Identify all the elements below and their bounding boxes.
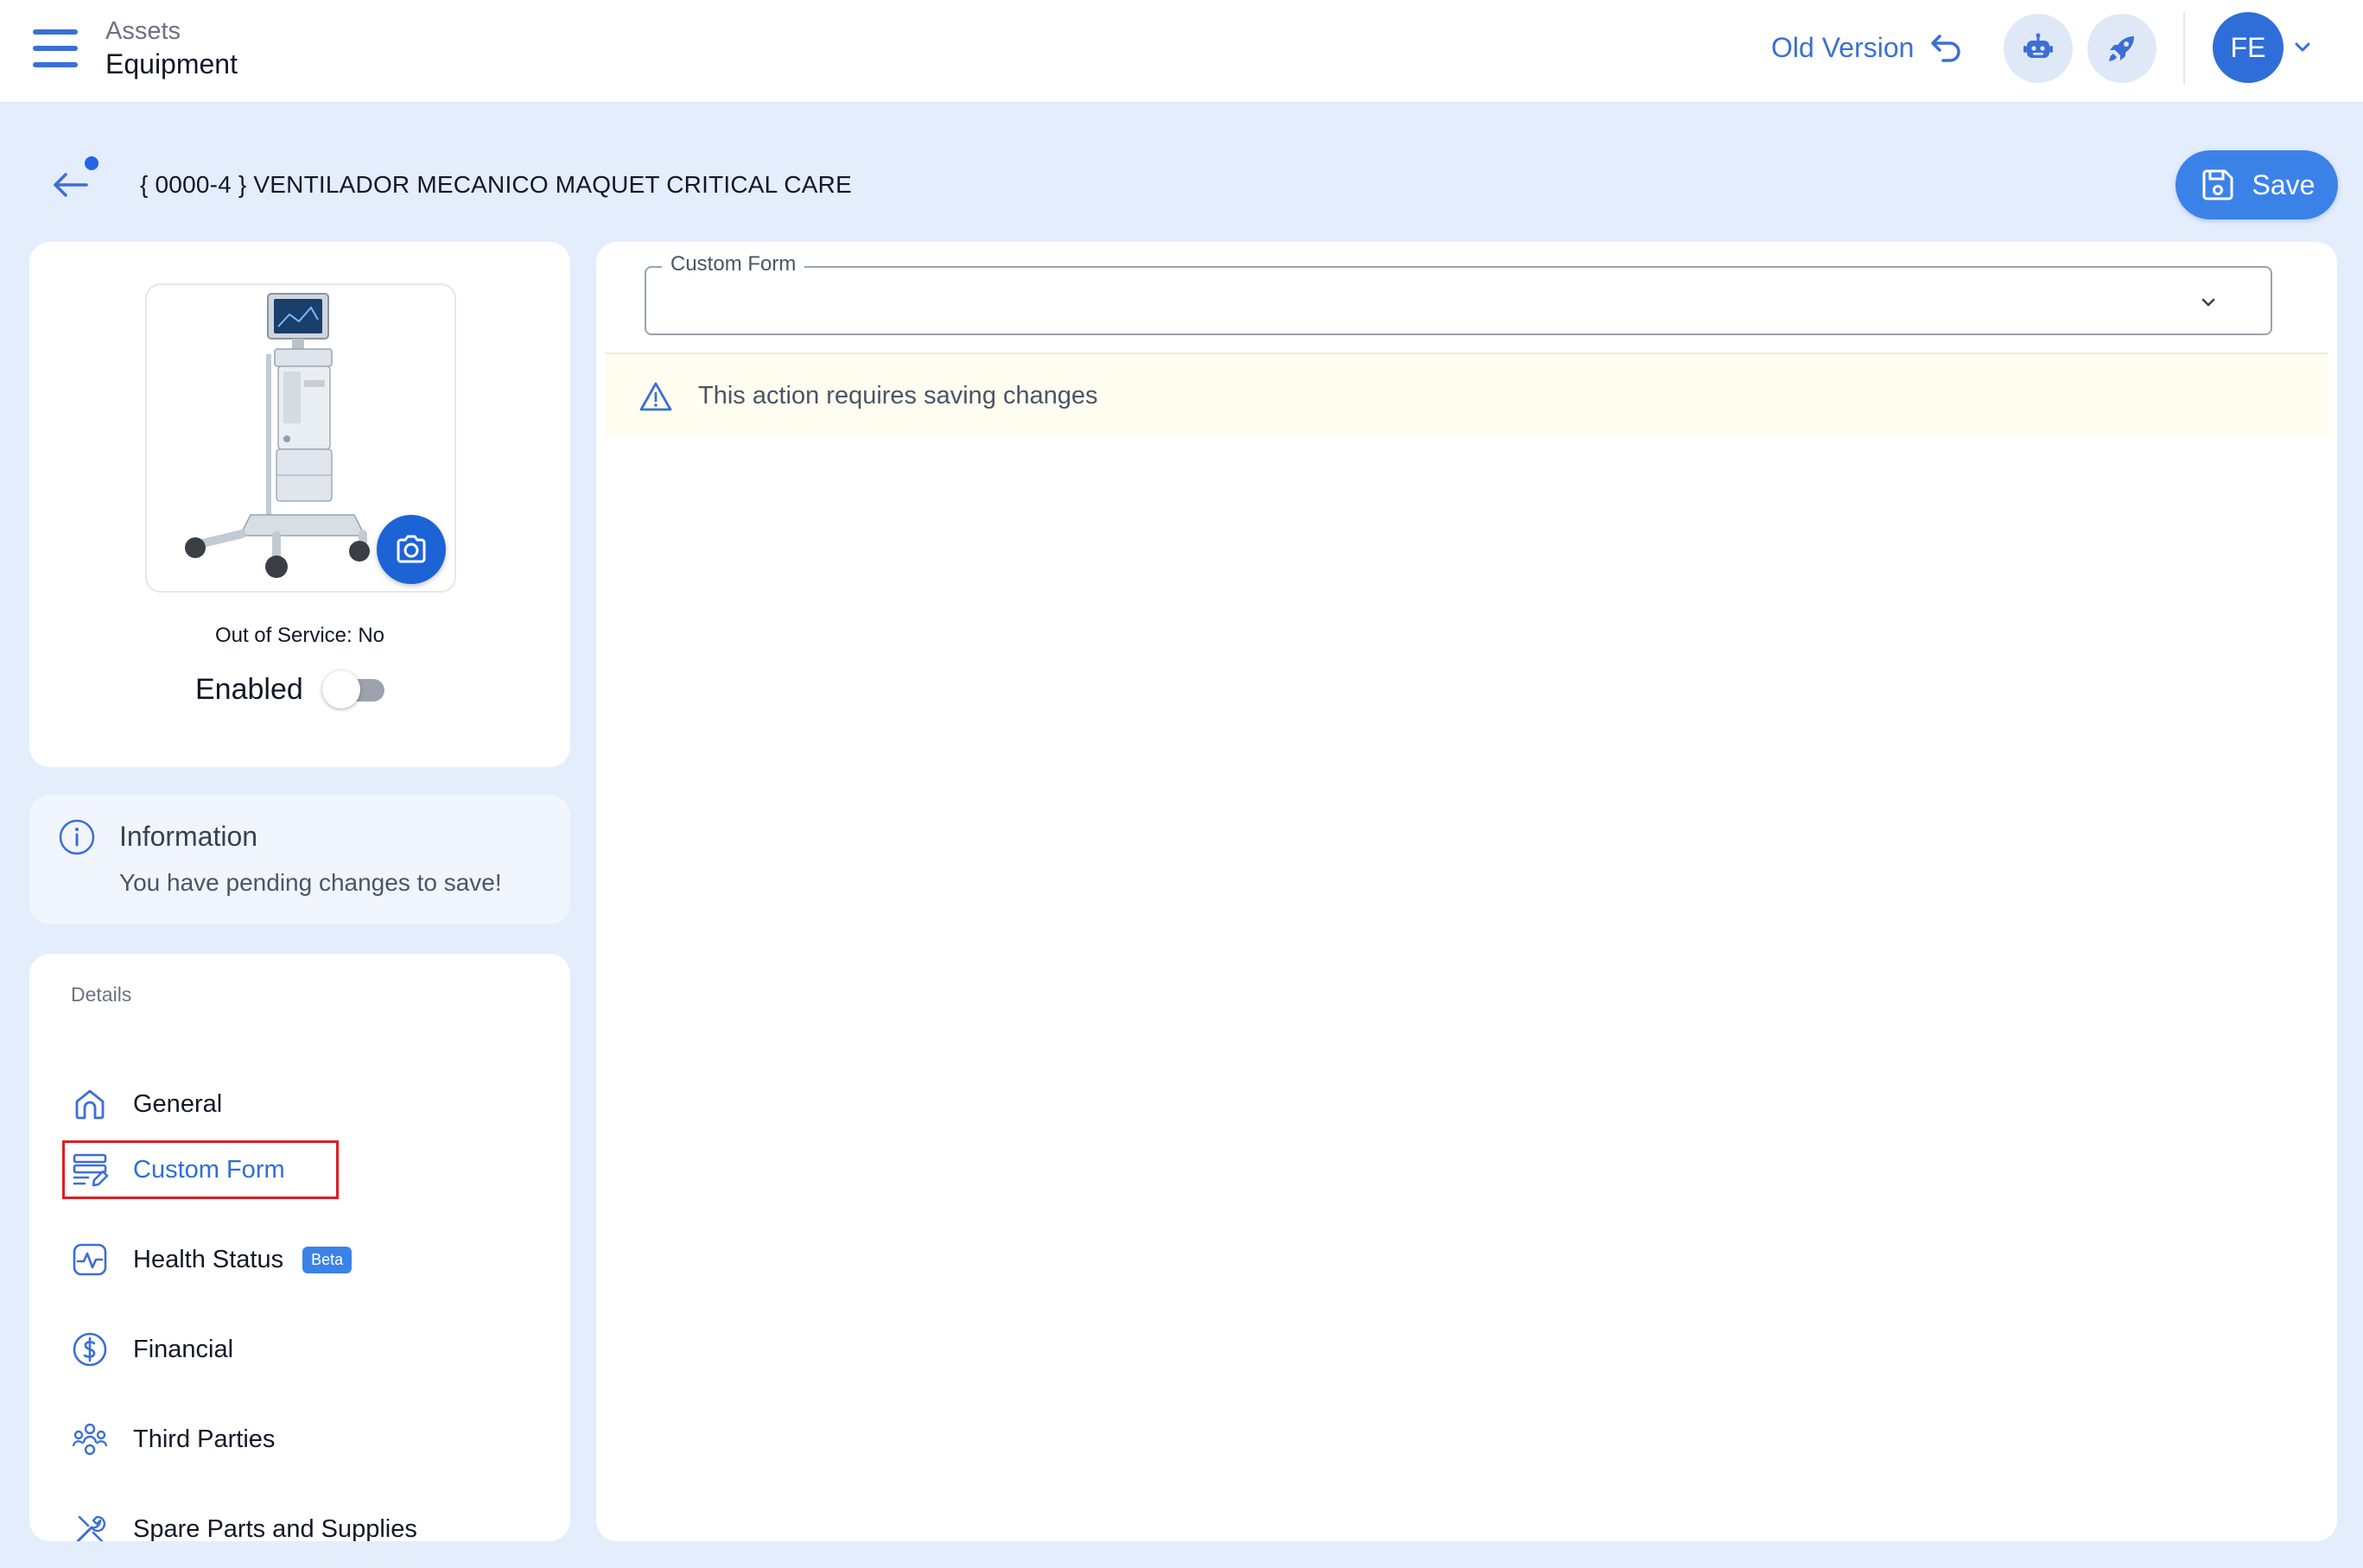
details-heading: Details <box>71 983 132 1006</box>
custom-form-panel: Custom Form This action requires saving … <box>596 242 2337 1541</box>
ai-assistant-button[interactable] <box>2004 14 2073 83</box>
tools-icon <box>71 1510 109 1541</box>
custom-form-highlight <box>62 1140 339 1199</box>
rocket-button[interactable] <box>2087 14 2157 83</box>
enabled-label: Enabled <box>195 672 303 706</box>
hamburger-menu-icon[interactable] <box>33 29 78 67</box>
robot-icon <box>2023 33 2053 58</box>
user-avatar[interactable]: FE <box>2213 12 2284 83</box>
camera-icon <box>397 535 426 563</box>
info-icon <box>59 819 95 855</box>
breadcrumb-current: Equipment <box>105 48 238 79</box>
toggle-knob <box>321 670 360 708</box>
details-navigation: Details General Custom Form Health Statu… <box>29 954 570 1541</box>
chevron-down-icon <box>2201 298 2215 307</box>
out-of-service-status: Out of Service: No <box>214 624 385 647</box>
nav-label-health-status: Health Status <box>133 1245 284 1273</box>
nav-label-general: General <box>133 1089 223 1118</box>
unsaved-indicator-dot <box>85 156 98 170</box>
custom-form-select-label: Custom Form <box>662 252 805 276</box>
nav-item-health-status[interactable]: Health Status Beta <box>71 1235 353 1284</box>
old-version-button[interactable]: Old Version <box>1771 29 1962 66</box>
information-card: Information You have pending changes to … <box>29 795 570 924</box>
dollar-icon <box>71 1330 109 1368</box>
home-icon <box>71 1085 109 1123</box>
nav-label-spare-parts: Spare Parts and Supplies <box>133 1514 417 1542</box>
custom-form-select[interactable]: Custom Form <box>645 252 2272 335</box>
warning-message: This action requires saving changes <box>698 382 1098 409</box>
enabled-row: Enabled <box>195 670 386 708</box>
undo-arrow-icon <box>1931 35 1961 62</box>
change-photo-button[interactable] <box>377 515 446 584</box>
nav-label-third-parties: Third Parties <box>133 1425 276 1453</box>
save-icon <box>2202 169 2233 200</box>
breadcrumb-parent[interactable]: Assets <box>105 17 181 46</box>
nav-label-financial: Financial <box>133 1335 234 1363</box>
save-label: Save <box>2252 168 2315 200</box>
warning-banner: This action requires saving changes <box>605 352 2328 437</box>
beta-badge: Beta <box>302 1246 353 1273</box>
chevron-down-icon[interactable] <box>2293 38 2312 57</box>
page-title: { 0000-4 } VENTILADOR MECANICO MAQUET CR… <box>140 171 852 198</box>
equipment-card: Out of Service: No Enabled <box>29 242 570 767</box>
top-bar: Assets Equipment Old Version FE <box>0 0 2363 103</box>
nav-item-financial[interactable]: Financial <box>71 1325 233 1374</box>
information-title: Information <box>119 821 258 852</box>
nav-item-general[interactable]: General <box>71 1080 222 1128</box>
people-icon <box>71 1420 109 1458</box>
warning-triangle-icon <box>639 382 672 411</box>
toolbar-divider <box>2183 12 2185 85</box>
information-message: You have pending changes to save! <box>119 869 502 896</box>
rocket-icon <box>2109 36 2134 61</box>
enabled-toggle[interactable] <box>321 670 386 708</box>
old-version-label: Old Version <box>1771 31 1915 63</box>
pulse-icon <box>71 1241 109 1279</box>
nav-item-third-parties[interactable]: Third Parties <box>71 1415 275 1463</box>
save-button[interactable]: Save <box>2176 150 2338 219</box>
nav-item-spare-parts[interactable]: Spare Parts and Supplies <box>71 1505 417 1541</box>
